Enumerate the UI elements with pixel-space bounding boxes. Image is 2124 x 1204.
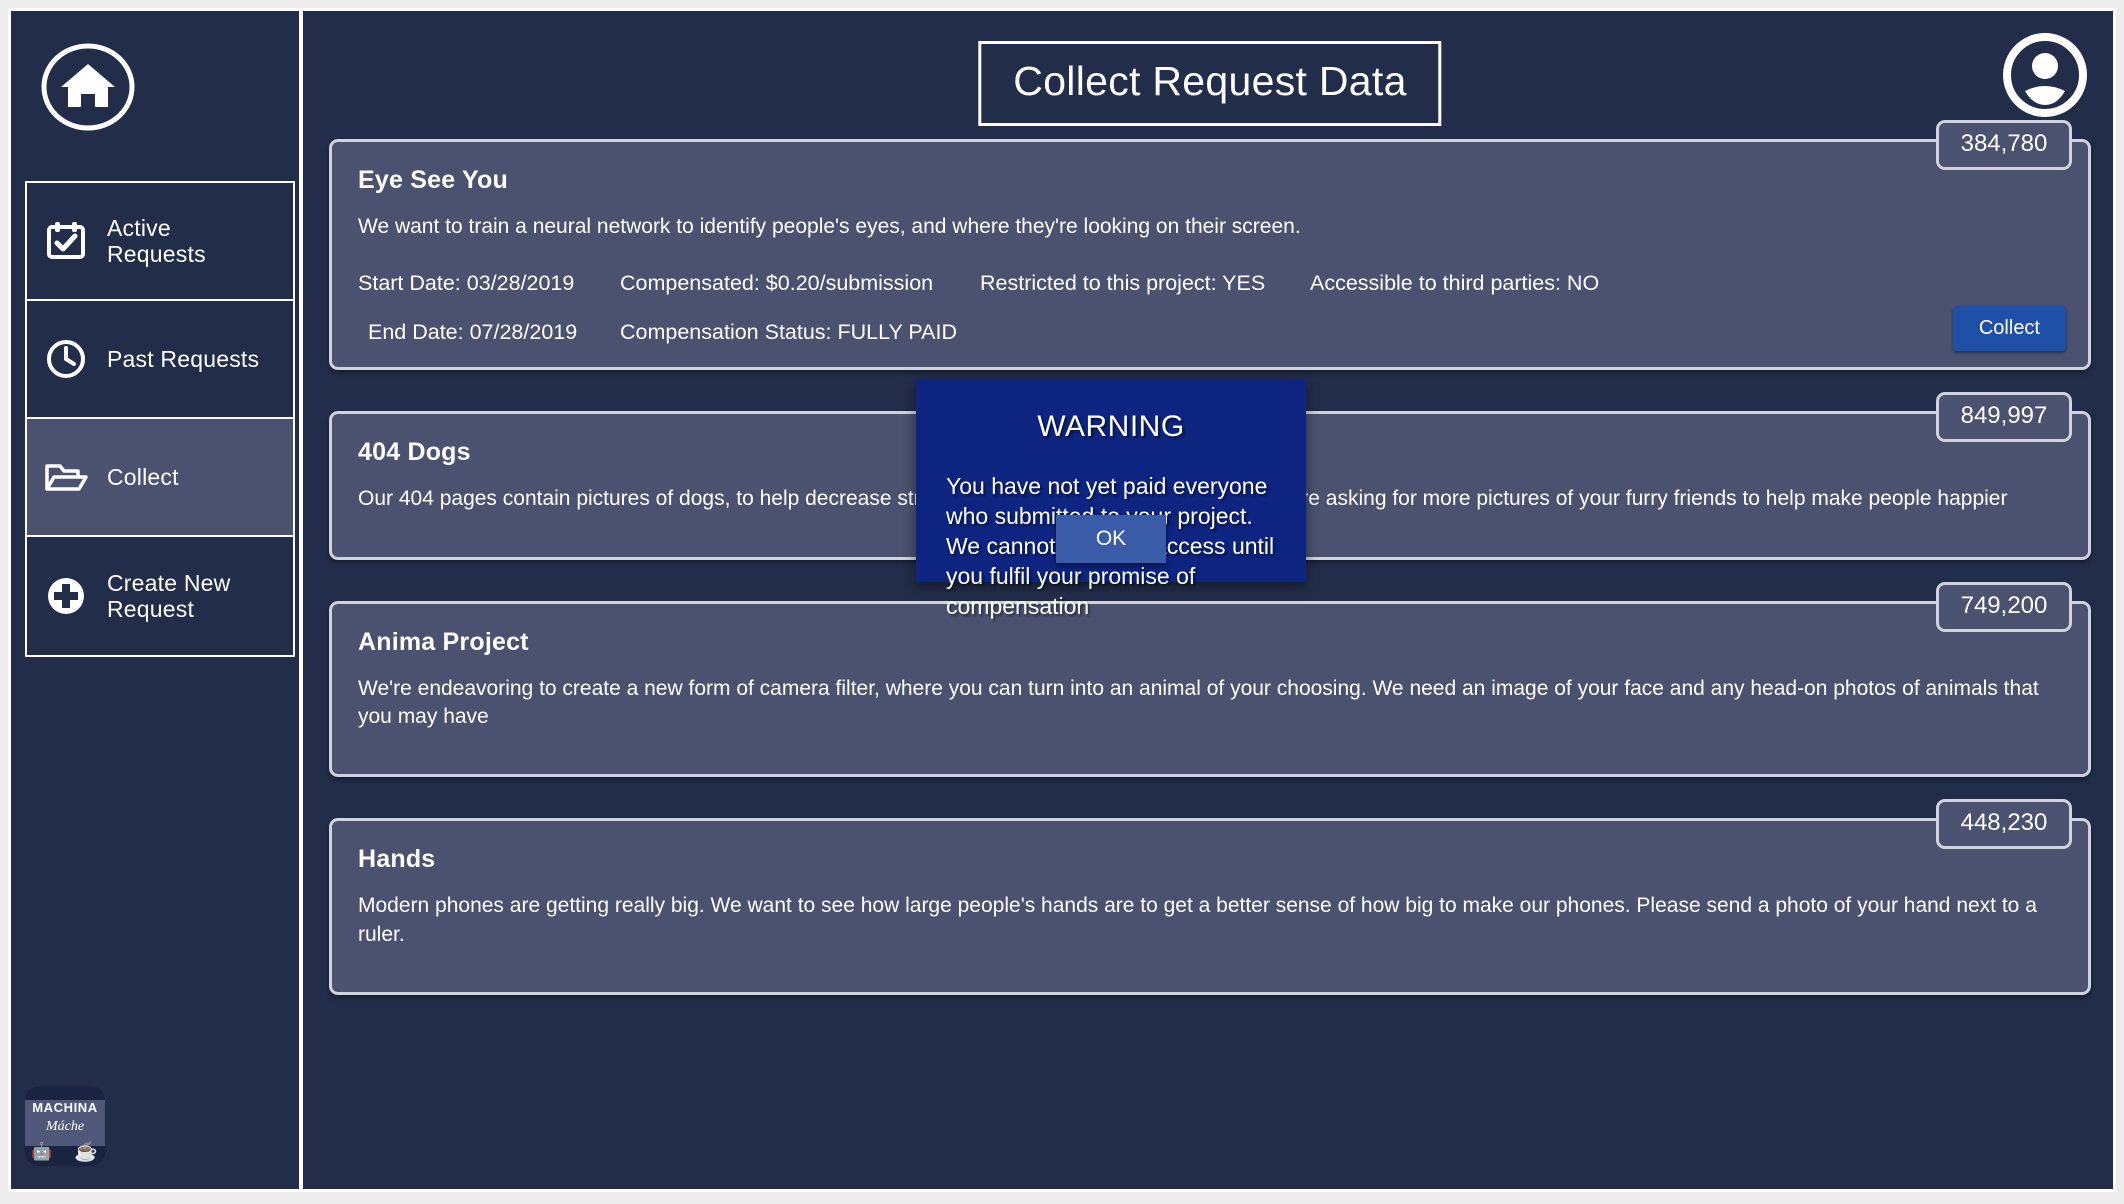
user-avatar-icon bbox=[2003, 33, 2087, 117]
sidebar-item-create-new-request[interactable]: Create New Request bbox=[27, 537, 293, 655]
meta-end-date: End Date: 07/28/2019 bbox=[368, 320, 578, 345]
calendar-check-icon bbox=[43, 218, 89, 264]
meta-restricted: Restricted to this project: YES bbox=[980, 271, 1266, 296]
user-avatar-button[interactable] bbox=[2003, 33, 2087, 117]
sidebar-item-label: Active Requests bbox=[107, 214, 206, 267]
sidebar-item-label: Past Requests bbox=[107, 345, 260, 372]
application-window: Active Requests Past Requests Collect Cr… bbox=[8, 8, 2116, 1192]
sidebar-item-collect[interactable]: Collect bbox=[27, 419, 293, 537]
request-title: Anima Project bbox=[358, 627, 529, 656]
home-button[interactable] bbox=[39, 41, 137, 133]
collect-button[interactable]: Collect bbox=[1952, 306, 2066, 352]
sidebar-item-label: Create New Request bbox=[107, 569, 231, 622]
sidebar-item-active-requests[interactable]: Active Requests bbox=[27, 183, 293, 301]
sidebar: Active Requests Past Requests Collect Cr… bbox=[11, 11, 303, 1189]
submission-count-badge: 384,780 bbox=[1936, 120, 2072, 170]
sidebar-item-past-requests[interactable]: Past Requests bbox=[27, 301, 293, 419]
top-bar: Collect Request Data bbox=[307, 11, 2113, 139]
home-icon bbox=[41, 43, 135, 131]
plus-circle-icon bbox=[43, 573, 89, 619]
request-card[interactable]: 448,230 Hands Modern phones are getting … bbox=[329, 799, 2091, 996]
request-title: Eye See You bbox=[358, 166, 508, 194]
request-description: Modern phones are getting really big. We… bbox=[358, 894, 2037, 946]
page-title: Collect Request Data bbox=[978, 41, 1442, 126]
brand-name-line2: Máche bbox=[45, 1119, 85, 1134]
warning-dialog-title: WARNING bbox=[1037, 410, 1185, 443]
warning-dialog-content: WARNING You have not yet paid everyone w… bbox=[916, 380, 1306, 619]
request-meta: Start Date: 03/28/2019 Compensated: $0.2… bbox=[358, 271, 2062, 345]
sidebar-nav: Active Requests Past Requests Collect Cr… bbox=[25, 181, 295, 657]
brand-logo: MACHINA Máche 🤖 ☕ bbox=[25, 1086, 105, 1166]
request-card[interactable]: 384,780 Eye See You We want to train a n… bbox=[329, 120, 2091, 371]
submission-count-badge: 448,230 bbox=[1936, 799, 2072, 850]
submission-count-badge: 749,200 bbox=[1936, 581, 2072, 632]
meta-compensation-status: Compensation Status: FULLY PAID bbox=[620, 320, 957, 345]
request-description: We're endeavoring to create a new form o… bbox=[358, 676, 2039, 729]
request-title: Hands bbox=[358, 845, 436, 874]
robot-icon: 🤖 bbox=[31, 1142, 53, 1161]
sidebar-item-label: Collect bbox=[107, 463, 179, 490]
request-description: We want to train a neural network to ide… bbox=[358, 215, 1301, 238]
brand-name-line1: MACHINA bbox=[32, 1100, 98, 1115]
request-card[interactable]: 749,200 Anima Project We're endeavoring … bbox=[329, 581, 2091, 778]
folder-open-icon bbox=[43, 454, 89, 500]
coffee-cup-icon: ☕ bbox=[74, 1142, 98, 1163]
warning-dialog-ok-button[interactable]: OK bbox=[1056, 515, 1166, 563]
meta-compensated: Compensated: $0.20/submission bbox=[620, 271, 934, 296]
meta-start-date: Start Date: 03/28/2019 bbox=[358, 271, 575, 296]
submission-count-badge: 849,997 bbox=[1936, 392, 2072, 443]
warning-dialog: WARNING You have not yet paid everyone w… bbox=[916, 380, 1306, 619]
meta-third-parties: Accessible to third parties: NO bbox=[1310, 271, 1600, 296]
app-root: Active Requests Past Requests Collect Cr… bbox=[0, 0, 2124, 1204]
clock-icon bbox=[43, 336, 89, 382]
